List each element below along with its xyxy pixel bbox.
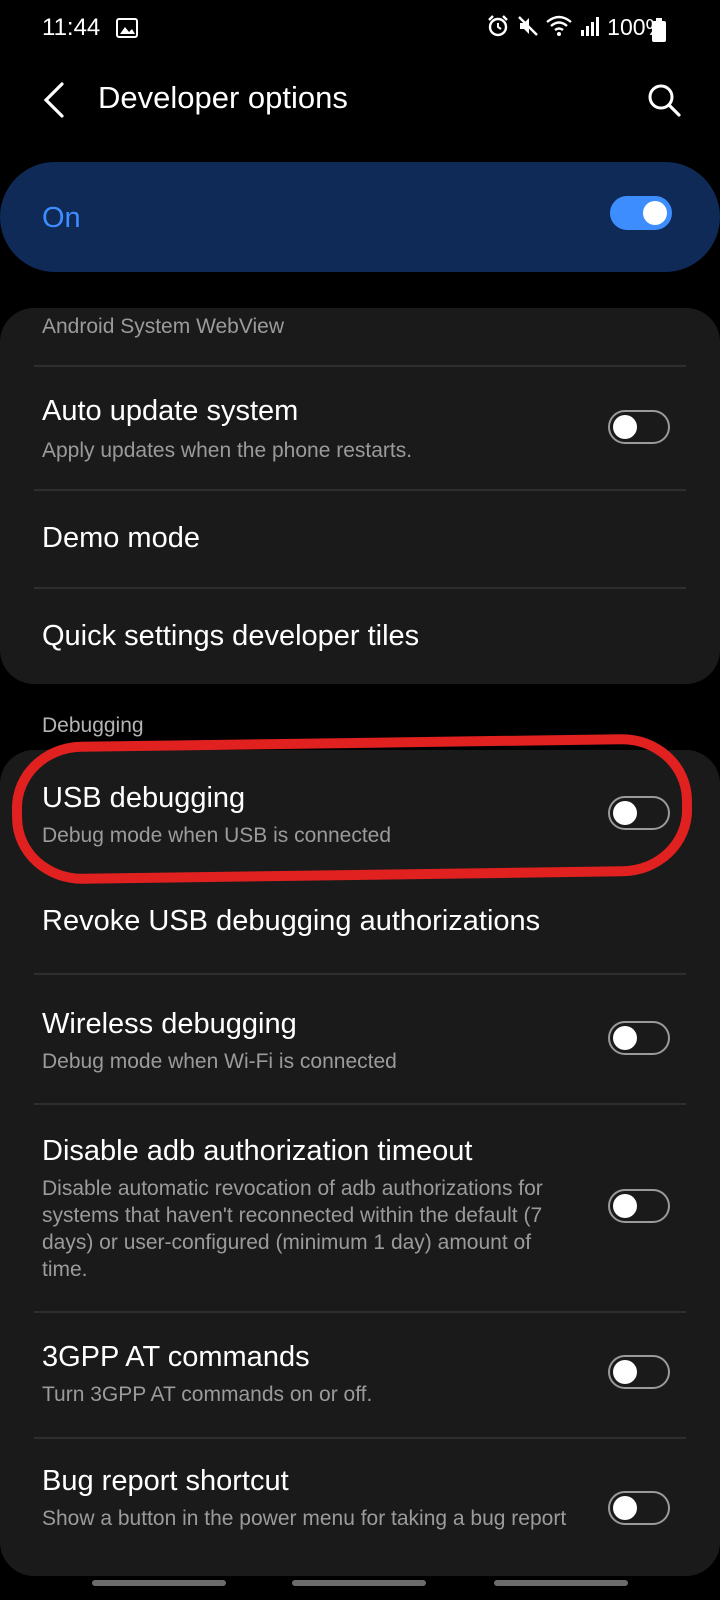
red-highlight-annotation <box>11 733 693 885</box>
master-switch-row[interactable]: On <box>0 162 720 272</box>
item-subtitle: Apply updates when the phone restarts. <box>42 439 413 462</box>
search-button[interactable] <box>644 78 684 122</box>
wireless-debugging-row[interactable]: Wireless debugging Debug mode when Wi-Fi… <box>0 975 720 1101</box>
battery-icon <box>652 18 666 47</box>
search-icon <box>648 84 681 117</box>
toggle-knob <box>613 1194 637 1218</box>
3gpp-at-commands-row[interactable]: 3GPP AT commands Turn 3GPP AT commands o… <box>0 1313 720 1437</box>
nav-back-bar[interactable] <box>494 1580 628 1586</box>
image-icon <box>116 18 138 43</box>
back-button[interactable] <box>36 76 76 124</box>
webview-implementation-value[interactable]: Android System WebView <box>42 313 284 340</box>
3gpp-at-toggle[interactable] <box>608 1355 670 1389</box>
toggle-knob <box>643 201 667 225</box>
status-icons: 100% <box>486 14 666 44</box>
item-title: Quick settings developer tiles <box>42 620 420 652</box>
item-subtitle: Turn 3GPP AT commands on or off. <box>42 1383 373 1406</box>
nav-recents-bar[interactable] <box>92 1580 226 1586</box>
mute-icon <box>516 14 540 44</box>
status-time: 11:44 <box>42 14 101 41</box>
toggle-knob <box>613 415 637 439</box>
revoke-usb-authorizations-row[interactable]: Revoke USB debugging authorizations <box>0 870 720 974</box>
item-title: Wireless debugging <box>42 1008 297 1040</box>
item-title: Revoke USB debugging authorizations <box>42 905 541 937</box>
section-label-debugging: Debugging <box>42 714 144 737</box>
bug-report-shortcut-row[interactable]: Bug report shortcut Show a button in the… <box>0 1439 720 1569</box>
item-subtitle: Debug mode when Wi-Fi is connected <box>42 1050 397 1073</box>
toggle-knob <box>613 1496 637 1520</box>
nav-home-bar[interactable] <box>292 1580 426 1586</box>
item-title: Demo mode <box>42 522 200 554</box>
wireless-debugging-toggle[interactable] <box>608 1021 670 1055</box>
item-subtitle: Disable automatic revocation of adb auth… <box>42 1177 543 1281</box>
back-icon <box>43 82 64 118</box>
item-title: Auto update system <box>42 395 299 427</box>
quick-settings-tiles-row[interactable]: Quick settings developer tiles <box>0 589 720 683</box>
auto-update-toggle[interactable] <box>608 410 670 444</box>
item-title: Disable adb authorization timeout <box>42 1135 473 1167</box>
demo-mode-row[interactable]: Demo mode <box>0 491 720 587</box>
item-title: Bug report shortcut <box>42 1465 289 1497</box>
adb-timeout-toggle[interactable] <box>608 1189 670 1223</box>
item-title: 3GPP AT commands <box>42 1341 310 1373</box>
alarm-icon <box>486 14 510 44</box>
page-title: Developer options <box>98 80 348 115</box>
item-subtitle: Show a button in the power menu for taki… <box>42 1507 567 1530</box>
disable-adb-timeout-row[interactable]: Disable adb authorization timeout Disabl… <box>0 1105 720 1309</box>
auto-update-system-row[interactable]: Auto update system Apply updates when th… <box>0 367 720 489</box>
toggle-knob <box>613 1360 637 1384</box>
toggle-knob <box>613 1026 637 1050</box>
bug-report-toggle[interactable] <box>608 1491 670 1525</box>
master-toggle[interactable] <box>610 196 672 230</box>
wifi-icon <box>546 15 573 43</box>
master-switch-label: On <box>42 202 81 234</box>
signal-icon <box>579 15 601 43</box>
